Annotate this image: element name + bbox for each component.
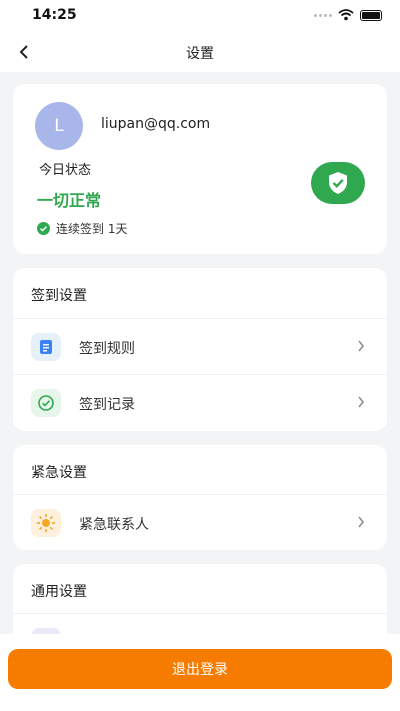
streak-text: 连续签到 1天 bbox=[56, 222, 128, 236]
status-badge bbox=[311, 162, 365, 204]
battery-icon bbox=[360, 9, 382, 21]
checkin-settings-card: 签到设置 签到规则 签到记录 bbox=[13, 268, 387, 431]
row-label: 签到记录 bbox=[79, 397, 135, 413]
document-icon bbox=[31, 333, 61, 361]
today-status-label: 今日状态 bbox=[39, 163, 92, 178]
row-label: 签到规则 bbox=[79, 341, 135, 357]
chevron-right-icon bbox=[358, 340, 364, 352]
emergency-settings-card: 紧急设置 紧急联系人 bbox=[13, 445, 387, 550]
row-label: 紧急联系人 bbox=[79, 517, 149, 533]
chevron-right-icon bbox=[358, 396, 364, 408]
signal-icon bbox=[314, 13, 332, 17]
check-circle-icon bbox=[37, 222, 50, 235]
user-email: liupan@qq.com bbox=[101, 116, 211, 132]
section-title-checkin: 签到设置 bbox=[31, 288, 87, 304]
status-bar: 14:25 bbox=[0, 0, 400, 32]
check-circle-icon bbox=[31, 389, 61, 417]
section-title-general: 通用设置 bbox=[31, 584, 87, 600]
wifi-icon bbox=[338, 9, 354, 21]
chevron-right-icon bbox=[358, 516, 364, 528]
status-text: 一切正常 bbox=[37, 191, 102, 210]
checkin-rules-row[interactable]: 签到规则 bbox=[13, 318, 387, 374]
status-icons bbox=[314, 9, 382, 21]
profile-card: L liupan@qq.com 今日状态 一切正常 连续签到 1天 bbox=[13, 84, 387, 254]
checkin-records-row[interactable]: 签到记录 bbox=[13, 374, 387, 430]
nav-bar: 设置 bbox=[0, 32, 400, 72]
emergency-contacts-row[interactable]: 紧急联系人 bbox=[13, 494, 387, 550]
shield-check-icon bbox=[329, 172, 347, 194]
page-title: 设置 bbox=[186, 46, 214, 62]
avatar: L bbox=[35, 102, 83, 150]
logout-button[interactable]: 退出登录 bbox=[8, 649, 392, 689]
sun-icon bbox=[31, 509, 61, 537]
status-time: 14:25 bbox=[32, 7, 77, 23]
section-title-emergency: 紧急设置 bbox=[31, 465, 87, 481]
streak-row: 连续签到 1天 bbox=[37, 220, 127, 237]
